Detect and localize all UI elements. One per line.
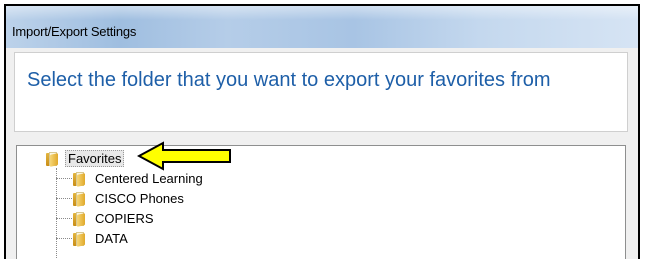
tree-connector-line (56, 238, 72, 239)
folder-icon (45, 151, 59, 167)
import-export-settings-window: Import/Export Settings Select the folder… (4, 4, 640, 259)
tree-item-cisco-phones[interactable]: CISCO Phones (72, 189, 187, 208)
folder-icon (72, 211, 86, 227)
tree-item-label: Centered Learning (95, 171, 203, 186)
header-panel: Select the folder that you want to expor… (14, 52, 628, 132)
tree-item-label: CISCO Phones (95, 191, 184, 206)
folder-icon (72, 171, 86, 187)
tree-connector-line (56, 168, 57, 259)
tree-item-label: COPIERS (95, 211, 154, 226)
tree-item-label: Favorites (65, 150, 125, 167)
folder-tree[interactable]: Favorites Centered Learning CISCO Phones… (16, 145, 626, 259)
tree-connector-line (56, 218, 72, 219)
tree-item-centered-learning[interactable]: Centered Learning (72, 169, 206, 188)
title-bar[interactable]: Import/Export Settings (6, 6, 638, 48)
folder-icon (72, 191, 86, 207)
folder-icon (72, 231, 86, 247)
tree-item-data[interactable]: DATA (72, 229, 131, 248)
instruction-text: Select the folder that you want to expor… (27, 69, 551, 91)
tree-connector-line (56, 198, 72, 199)
tree-item-label: DATA (95, 231, 128, 246)
tree-connector-line (56, 178, 72, 179)
window-title: Import/Export Settings (12, 24, 137, 39)
tree-item-favorites[interactable]: Favorites (45, 149, 125, 168)
tree-item-copiers[interactable]: COPIERS (72, 209, 157, 228)
yellow-arrow-icon (137, 141, 231, 171)
